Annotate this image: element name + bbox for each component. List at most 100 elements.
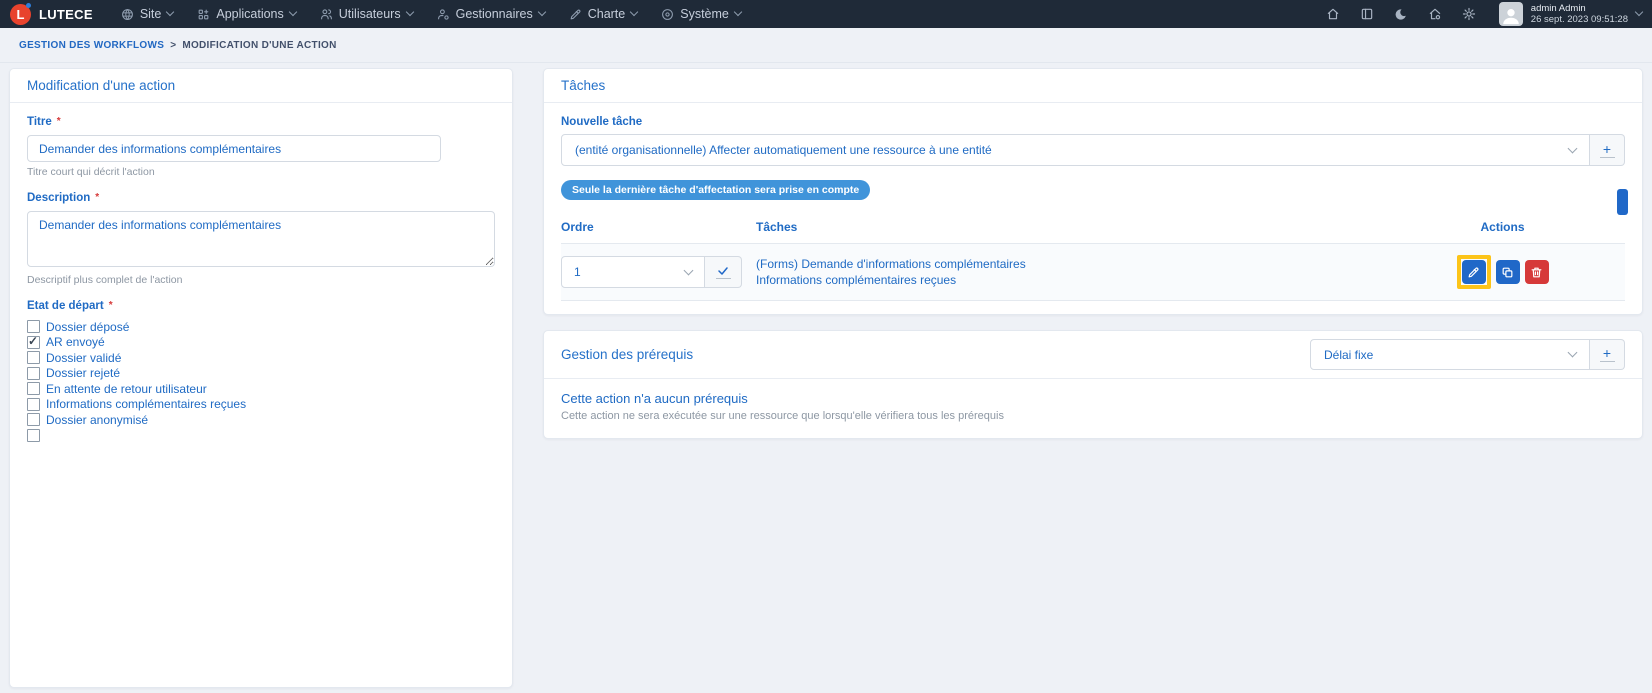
new-task-select[interactable]: (entité organisationnelle) Affecter auto… (561, 134, 1590, 166)
site-home-button[interactable] (1421, 2, 1449, 26)
menu-charte[interactable]: Charte (557, 0, 650, 28)
breadcrumb-current: MODIFICATION D'UNE ACTION (182, 39, 337, 51)
titre-help: Titre court qui décrit l'action (27, 166, 155, 178)
card-title: Modification d'une action (10, 69, 512, 103)
apps-grid-icon (198, 9, 209, 19)
add-prereq-button[interactable]: + (1590, 339, 1625, 370)
user-cog-icon (437, 8, 449, 20)
state-checkbox[interactable] (27, 428, 40, 442)
required-mark: * (108, 300, 113, 311)
edit-task-button[interactable] (1461, 260, 1486, 284)
state-checkbox[interactable] (27, 382, 40, 396)
brand-name: LUTECE (39, 6, 93, 22)
delete-task-button[interactable] (1524, 260, 1549, 284)
sidebar-toggle-button[interactable] (1353, 2, 1381, 26)
globe-icon (121, 8, 133, 20)
top-navbar: L LUTECE Site Applications Utilisateurs … (0, 0, 1652, 28)
modify-action-card: Modification d'une action Titre * Titre … (9, 68, 513, 688)
menu-systeme[interactable]: Système (649, 0, 753, 28)
chevron-down-icon (537, 7, 546, 17)
menu-label: Système (680, 7, 729, 21)
state-checkbox[interactable] (27, 351, 40, 365)
breadcrumb-workflows-link[interactable]: GESTION DES WORKFLOWS (19, 40, 164, 51)
state-option: Dossier rejeté (27, 366, 495, 382)
pen-icon (570, 9, 581, 19)
state-label: En attente de retour utilisateur (46, 381, 207, 396)
chevron-down-icon (1634, 7, 1644, 17)
chevron-down-icon (288, 7, 298, 17)
sidebar-panel-icon (1361, 8, 1373, 20)
state-option: En attente de retour utilisateur (27, 381, 495, 397)
card-title: Gestion des prérequis (561, 347, 694, 362)
circle-dot-icon (662, 8, 674, 20)
users-icon (320, 8, 332, 19)
breadcrumb: GESTION DES WORKFLOWS > MODIFICATION D'U… (0, 28, 1652, 63)
tasks-body: Nouvelle tâche (entité organisationnelle… (544, 103, 1642, 314)
titre-label: Titre (27, 116, 52, 128)
site-home-cog-icon (1429, 8, 1441, 20)
menu-utilisateurs[interactable]: Utilisateurs (308, 0, 425, 28)
prereq-type-selected-value: Délai fixe (1324, 347, 1374, 362)
column-header-order: Ordre (561, 220, 594, 234)
description-help: Descriptif plus complet de l'action (27, 274, 183, 286)
state-checkbox[interactable] (27, 397, 40, 411)
titre-group: Titre * Titre court qui décrit l'action (27, 116, 495, 178)
state-option: AR envoyé (27, 334, 495, 351)
assignment-notice-badge: Seule la dernière tâche d'affectation se… (561, 180, 871, 200)
login-datetime: 26 sept. 2023 09:51:28 (1530, 14, 1628, 25)
copy-task-button[interactable] (1495, 260, 1520, 284)
menu-gestionnaires[interactable]: Gestionnaires (425, 0, 557, 28)
order-group: 1 (561, 256, 742, 288)
modify-action-form: Titre * Titre court qui décrit l'action … (10, 103, 512, 470)
main-menu: Site Applications Utilisateurs Gestionna… (109, 0, 753, 28)
settings-gear-icon (1462, 7, 1475, 21)
state-checkbox[interactable] (27, 413, 40, 427)
settings-button[interactable] (1455, 2, 1483, 26)
pencil-icon (1468, 267, 1479, 277)
state-label: AR envoyé (46, 335, 105, 350)
titre-input[interactable] (27, 135, 441, 162)
prereq-card: Gestion des prérequis Délai fixe + Cette… (543, 330, 1643, 439)
chevron-down-icon (166, 7, 175, 17)
home-button[interactable] (1319, 2, 1347, 26)
trash-icon (1531, 267, 1542, 277)
chevron-down-icon (733, 7, 743, 17)
state-checkbox[interactable] (27, 366, 40, 380)
user-menu[interactable]: admin Admin 26 sept. 2023 09:51:28 (1498, 2, 1644, 26)
chevron-down-icon (683, 265, 694, 275)
menu-site[interactable]: Site (109, 0, 186, 28)
order-selected-value: 1 (574, 265, 581, 279)
dark-mode-button[interactable] (1387, 2, 1415, 26)
check-icon (718, 266, 728, 275)
new-task-label: Nouvelle tâche (561, 116, 643, 128)
copy-icon (1502, 267, 1513, 277)
state-label: Informations complémentaires reçues (46, 397, 247, 412)
tasks-card: Tâches Nouvelle tâche (entité organisati… (543, 68, 1643, 315)
state-option: Dossier déposé (27, 319, 495, 335)
chevron-down-icon (630, 7, 639, 17)
menu-label: Site (139, 7, 162, 21)
required-mark: * (56, 116, 61, 127)
avatar (1498, 2, 1523, 26)
chevron-down-icon (1567, 143, 1578, 153)
prereq-type-select[interactable]: Délai fixe (1310, 339, 1590, 370)
menu-label: Applications (216, 7, 284, 21)
state-label: Dossier rejeté (46, 366, 121, 381)
state-checkbox[interactable] (27, 334, 40, 349)
card-title: Tâches (544, 69, 1642, 103)
scrollbar-thumb[interactable] (1617, 189, 1628, 215)
add-task-button[interactable]: + (1590, 134, 1625, 166)
menu-applications[interactable]: Applications (185, 0, 307, 28)
new-task-group: (entité organisationnelle) Affecter auto… (561, 134, 1625, 166)
confirm-order-button[interactable] (705, 256, 742, 288)
plus-icon: + (1602, 140, 1612, 157)
prereq-header: Gestion des prérequis Délai fixe + (544, 331, 1642, 379)
order-select[interactable]: 1 (561, 256, 705, 288)
user-name: admin Admin (1530, 3, 1586, 14)
action-highlight-box (1456, 255, 1491, 289)
state-label: Dossier déposé (46, 319, 130, 334)
description-textarea[interactable]: Demander des informations complémentaire… (27, 211, 495, 267)
state-checkbox[interactable] (27, 320, 40, 334)
lutece-brand[interactable]: L LUTECE (10, 2, 93, 25)
new-task-selected-value: (entité organisationnelle) Affecter auto… (575, 143, 992, 157)
